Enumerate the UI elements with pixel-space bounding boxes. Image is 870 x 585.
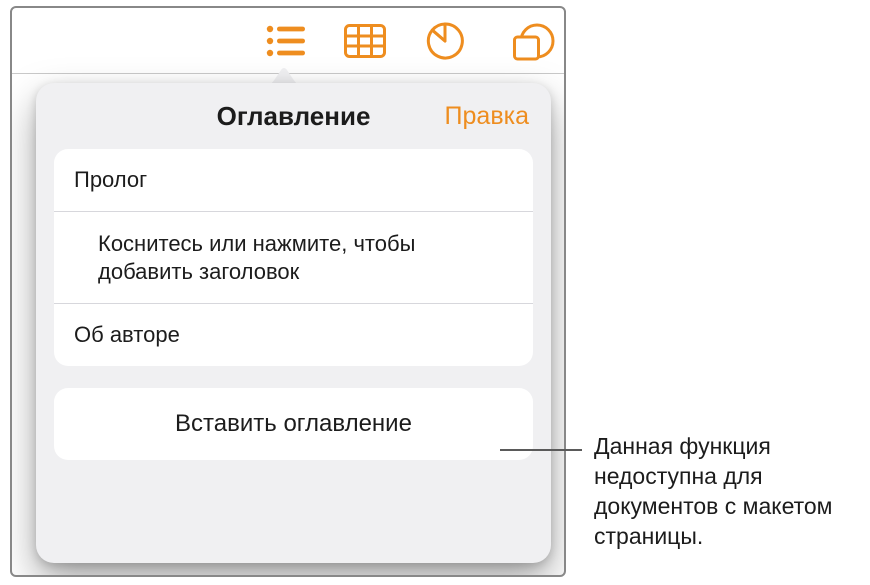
toc-item[interactable]: Пролог [54,149,533,212]
toolbar-table-button[interactable] [326,8,406,74]
toc-item[interactable]: Об авторе [54,304,533,366]
chart-icon [425,21,465,61]
toc-popover: Оглавление Правка Пролог Коснитесь или н… [36,83,551,563]
toolbar-chart-button[interactable] [405,8,485,74]
callout-text: Данная функция недоступна для документов… [594,432,864,552]
table-icon [344,24,386,58]
toolbar-shape-button[interactable] [485,8,565,74]
insert-toc-card: Вставить оглавление [54,388,533,460]
insert-toc-button[interactable]: Вставить оглавление [54,388,533,460]
callout-leader-line [500,449,582,451]
toc-item[interactable]: Коснитесь или нажмите, чтобы добавить за… [54,212,533,304]
toolbar-list-button[interactable] [246,8,326,74]
app-window: Оглавление Правка Пролог Коснитесь или н… [10,6,566,577]
popover-title: Оглавление [217,101,371,132]
toolbar [12,8,564,74]
list-icon [265,24,307,58]
toc-list: Пролог Коснитесь или нажмите, чтобы доба… [54,149,533,366]
shape-icon [513,21,557,61]
edit-button[interactable]: Правка [445,83,529,149]
popover-header: Оглавление Правка [36,83,551,149]
